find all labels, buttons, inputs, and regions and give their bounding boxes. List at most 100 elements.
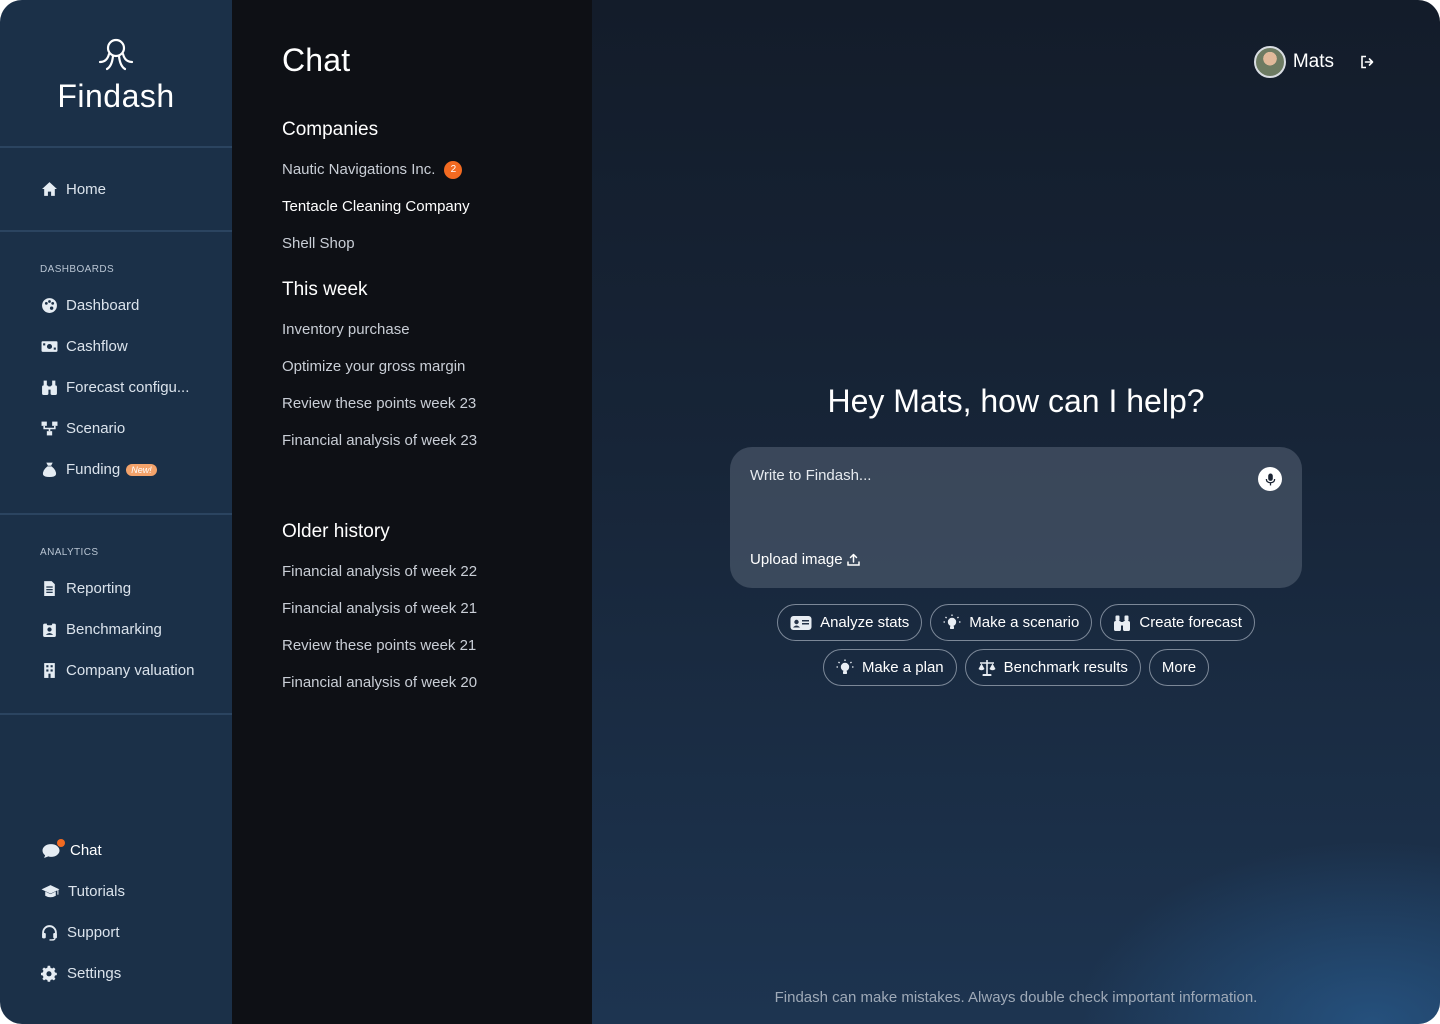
history-item[interactable]: Financial analysis of week 23	[282, 422, 592, 459]
unread-dot	[57, 838, 65, 847]
sidebar-item-cashflow[interactable]: Cashflow	[0, 326, 232, 367]
microphone-button[interactable]	[1258, 467, 1282, 491]
sidebar-item-label: Company valuation	[66, 662, 195, 679]
file-icon	[40, 580, 58, 598]
history-item[interactable]: Financial analysis of week 21	[282, 590, 592, 627]
binoculars-icon	[40, 379, 58, 397]
sidebar-item-tutorials[interactable]: Tutorials	[0, 871, 232, 912]
palette-icon	[40, 297, 58, 315]
binoculars-icon	[1114, 615, 1131, 631]
upload-image-button[interactable]: Upload image	[750, 551, 860, 568]
message-input[interactable]: Write to Findash...	[750, 467, 871, 484]
gear-icon	[40, 965, 59, 983]
upload-icon	[846, 553, 860, 566]
sidebar-item-label: Tutorials	[68, 883, 125, 900]
history-item[interactable]: Inventory purchase	[282, 311, 592, 348]
sidebar-item-forecast[interactable]: Forecast configu...	[0, 367, 232, 408]
chip-row: Analyze stats Make a scenario Create for…	[592, 604, 1440, 641]
new-badge: New!	[126, 463, 157, 476]
sidebar: Findash Home DASHBOARDS Dashboard Cashfl…	[0, 0, 232, 1024]
sidebar-item-label: Support	[67, 924, 120, 941]
chat-history-panel: Chat Companies Nautic Navigations Inc. 2…	[232, 0, 592, 1024]
message-composer[interactable]: Write to Findash... Upload image	[730, 447, 1302, 588]
sidebar-item-label: Chat	[70, 842, 102, 859]
sidebar-item-funding[interactable]: Funding New!	[0, 449, 232, 490]
chip-label: Make a scenario	[969, 614, 1080, 631]
microphone-icon	[1265, 473, 1275, 485]
history-item[interactable]: Shell Shop	[282, 225, 592, 262]
chat-icon	[40, 838, 65, 860]
scale-balance-icon	[978, 659, 996, 676]
money-bag-icon	[40, 461, 58, 479]
sidebar-item-scenario[interactable]: Scenario	[0, 408, 232, 449]
brand-name: Findash	[57, 77, 175, 114]
home-icon	[40, 180, 58, 198]
page-title: Chat	[282, 42, 351, 78]
chip-label: Make a plan	[861, 659, 944, 676]
section-heading: This week	[282, 279, 368, 300]
sidebar-item-reporting[interactable]: Reporting	[0, 568, 232, 609]
history-item[interactable]: Financial analysis of week 20	[282, 664, 592, 701]
sidebar-item-label: Home	[66, 180, 107, 198]
chip-benchmark-results[interactable]: Benchmark results	[964, 649, 1141, 686]
sitemap-icon	[40, 420, 58, 438]
dashboards-section: DASHBOARDS Dashboard Cashflow Forecast c…	[0, 232, 232, 515]
this-week-section: This week Inventory purchase Optimize yo…	[282, 279, 592, 459]
octopus-logo-icon	[98, 38, 134, 70]
suggestion-chips: Analyze stats Make a scenario Create for…	[592, 604, 1440, 694]
history-item-label: Nautic Navigations Inc.	[282, 161, 436, 178]
lightbulb-icon	[943, 614, 961, 629]
companies-section: Companies Nautic Navigations Inc. 2 Tent…	[282, 119, 592, 262]
sidebar-item-label: Cashflow	[66, 338, 128, 355]
money-bill-icon	[40, 338, 58, 356]
building-icon	[40, 662, 58, 680]
chip-label: More	[1161, 659, 1197, 676]
avatar[interactable]	[1253, 46, 1286, 78]
history-item[interactable]: Tentacle Cleaning Company	[282, 188, 592, 225]
history-item[interactable]: Financial analysis of week 22	[282, 553, 592, 590]
history-item[interactable]: Review these points week 23	[282, 385, 592, 422]
section-heading: Companies	[282, 119, 379, 140]
chip-row: Make a plan Benchmark results More	[592, 649, 1440, 686]
sidebar-item-home[interactable]: Home	[0, 169, 106, 210]
logout-icon[interactable]	[1360, 55, 1374, 69]
chip-more[interactable]: More	[1148, 649, 1210, 686]
sidebar-bottom-nav: Chat Tutorials Support Settings	[0, 830, 232, 994]
analytics-section: ANALYTICS Reporting Benchmarking Company…	[0, 515, 232, 715]
section-title: DASHBOARDS	[40, 264, 115, 275]
sidebar-item-label: Reporting	[66, 580, 132, 597]
main-chat-area: Mats Hey Mats, how can I help? Write to …	[592, 0, 1440, 1024]
chip-label: Benchmark results	[1003, 659, 1128, 676]
chip-analyze-stats[interactable]: Analyze stats	[777, 604, 923, 641]
disclaimer-text: Findash can make mistakes. Always double…	[774, 989, 1258, 1006]
sidebar-item-settings[interactable]: Settings	[0, 953, 232, 994]
older-history-section: Older history Financial analysis of week…	[282, 521, 592, 701]
sidebar-item-label: Forecast configu...	[66, 379, 190, 396]
chip-make-a-plan[interactable]: Make a plan	[822, 649, 957, 686]
user-name[interactable]: Mats	[1293, 51, 1334, 73]
sidebar-item-dashboard[interactable]: Dashboard	[0, 285, 232, 326]
headset-icon	[40, 924, 59, 942]
sidebar-item-support[interactable]: Support	[0, 912, 232, 953]
sidebar-item-label: Benchmarking	[66, 621, 162, 638]
id-card-icon	[790, 615, 812, 630]
sidebar-item-label: Settings	[67, 965, 122, 982]
sidebar-item-label: Funding	[66, 461, 121, 478]
section-heading: Older history	[282, 521, 390, 542]
unread-count-badge: 2	[444, 160, 463, 179]
brand[interactable]: Findash	[0, 0, 232, 148]
app-window: Findash Home DASHBOARDS Dashboard Cashfl…	[0, 0, 1440, 1024]
history-item[interactable]: Nautic Navigations Inc. 2	[282, 151, 592, 188]
chip-create-forecast[interactable]: Create forecast	[1100, 604, 1255, 641]
user-menu: Mats	[1253, 46, 1374, 78]
graduation-cap-icon	[40, 883, 60, 901]
history-item[interactable]: Optimize your gross margin	[282, 348, 592, 385]
sidebar-item-benchmarking[interactable]: Benchmarking	[0, 609, 232, 650]
chip-make-a-scenario[interactable]: Make a scenario	[930, 604, 1093, 641]
home-section: Home	[0, 148, 232, 232]
clipboard-icon	[40, 621, 58, 639]
history-item[interactable]: Review these points week 21	[282, 627, 592, 664]
sidebar-item-chat[interactable]: Chat	[0, 830, 232, 871]
sidebar-item-company-valuation[interactable]: Company valuation	[0, 650, 232, 691]
history-item-label: Shell Shop	[282, 235, 355, 252]
